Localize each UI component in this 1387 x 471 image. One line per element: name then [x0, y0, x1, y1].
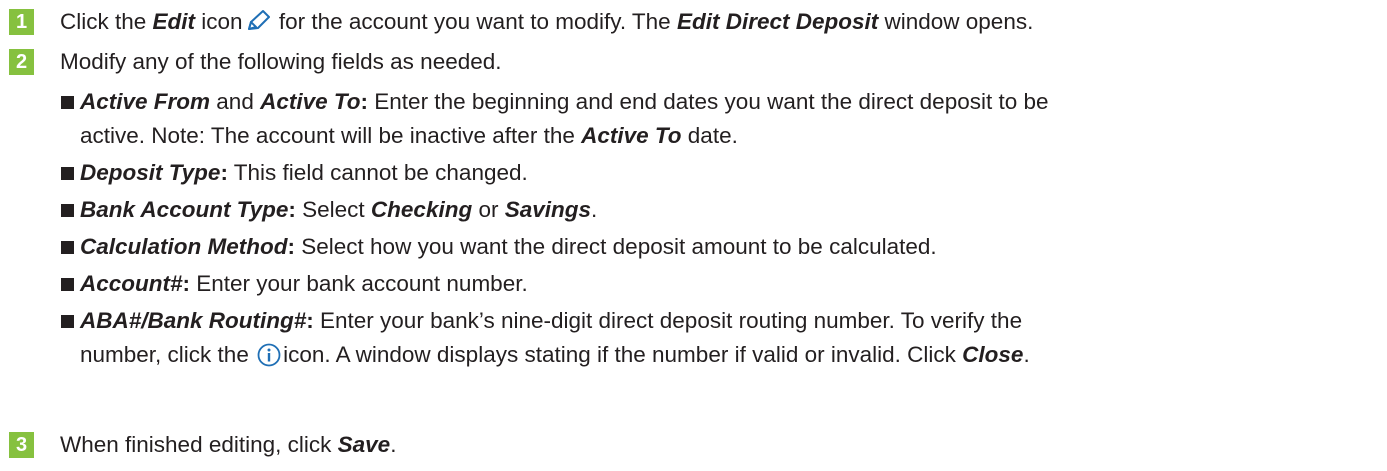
- colon: :: [287, 234, 296, 259]
- field-description: Enter the beginning and end dates you wa…: [368, 89, 1049, 114]
- list-item: Active From and Active To: Enter the beg…: [61, 88, 1381, 150]
- step-number-badge: 3: [9, 432, 34, 458]
- step-2: 2 Modify any of the following fields as …: [9, 48, 502, 76]
- list-item: Account#: Enter your bank account number…: [61, 270, 1381, 298]
- field-term: Active To: [260, 89, 361, 114]
- edit-term: Edit: [152, 9, 196, 34]
- save-term: Save: [337, 432, 391, 457]
- bullet-marker: [61, 96, 74, 109]
- period: .: [390, 432, 397, 457]
- field-description: active. Note: The account will be inacti…: [80, 123, 582, 148]
- list-item: ABA#/Bank Routing#: Enter your bank’s ni…: [61, 307, 1381, 369]
- option-checking: Checking: [370, 197, 473, 222]
- field-term: Active To: [581, 123, 682, 148]
- step-text: Click the Edit icon for the account you …: [60, 8, 1033, 36]
- edit-direct-deposit-term: Edit Direct Deposit: [676, 9, 879, 34]
- bullet-marker: [61, 315, 74, 328]
- field-term: Calculation Method: [80, 234, 288, 259]
- step-text: When finished editing, click Save.: [60, 431, 396, 459]
- list-item: Calculation Method: Select how you want …: [61, 233, 1381, 261]
- field-term: Deposit Type: [80, 160, 221, 185]
- field-description: Select: [295, 197, 371, 222]
- field-list: Active From and Active To: Enter the beg…: [61, 88, 1381, 378]
- field-description: Enter your bank’s nine-digit direct depo…: [313, 308, 1023, 333]
- step1-text-b: icon: [195, 9, 243, 34]
- colon: :: [182, 271, 191, 296]
- pencil-icon: [247, 10, 270, 30]
- field-term: Active From: [80, 89, 211, 114]
- colon: :: [288, 197, 296, 222]
- step1-text-c: for the account you want to modify. The: [272, 9, 677, 34]
- period: .: [591, 197, 598, 222]
- field-term: Bank Account Type: [80, 197, 289, 222]
- bullet-marker: [61, 278, 74, 291]
- field-term: ABA#/Bank Routing#: [80, 308, 307, 333]
- field-term: Account#: [80, 271, 183, 296]
- step-text: Modify any of the following fields as ne…: [60, 49, 502, 74]
- step1-text-a: Click the: [60, 9, 153, 34]
- field-description: number, click the: [80, 342, 256, 367]
- list-item: Bank Account Type: Select Checking or Sa…: [61, 196, 1381, 224]
- step1-text-d: window opens.: [878, 9, 1034, 34]
- info-circle-icon: [257, 343, 281, 367]
- list-item: Deposit Type: This field cannot be chang…: [61, 159, 1381, 187]
- step-1: 1 Click the Edit icon for the account yo…: [9, 8, 1033, 36]
- period: .: [1023, 342, 1030, 367]
- connector-text: and: [210, 89, 261, 114]
- bullet-marker: [61, 204, 74, 217]
- field-description: Select how you want the direct deposit a…: [295, 234, 937, 259]
- close-term: Close: [962, 342, 1024, 367]
- field-description: icon. A window displays stating if the n…: [283, 342, 963, 367]
- step-3: 3 When finished editing, click Save.: [9, 431, 396, 459]
- colon: :: [220, 160, 228, 185]
- field-description: date.: [681, 123, 738, 148]
- colon: :: [306, 308, 314, 333]
- colon: :: [360, 89, 369, 114]
- step-number-badge: 2: [9, 49, 34, 75]
- bullet-marker: [61, 167, 74, 180]
- connector-text: or: [472, 197, 505, 222]
- field-description: This field cannot be changed.: [227, 160, 528, 185]
- field-description: Enter your bank account number.: [190, 271, 528, 296]
- step-number-badge: 1: [9, 9, 34, 35]
- bullet-marker: [61, 241, 74, 254]
- step3-text: When finished editing, click: [60, 432, 338, 457]
- option-savings: Savings: [504, 197, 592, 222]
